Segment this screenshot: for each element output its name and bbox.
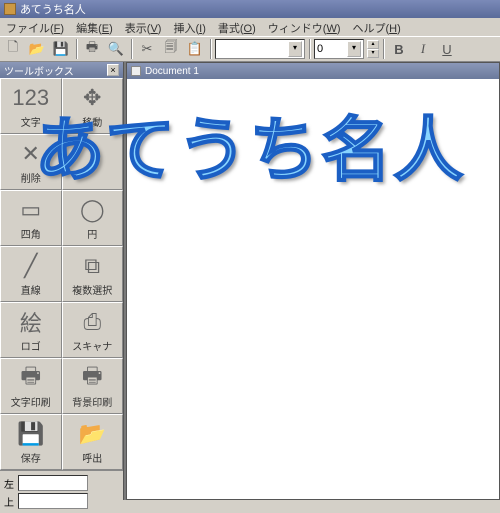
tool-label: 保存 — [21, 450, 41, 465]
open-icon[interactable]: 📂 — [26, 38, 48, 60]
underline-button[interactable]: U — [436, 38, 458, 60]
separator — [309, 39, 310, 59]
tool-label: ロゴ — [21, 338, 41, 353]
tool-複数選択[interactable]: ⧉ 複数選択 — [62, 246, 124, 302]
chevron-down-icon[interactable]: ▾ — [288, 41, 302, 57]
tool-icon: 📂 — [79, 420, 106, 448]
save-icon[interactable]: 💾 — [50, 38, 72, 60]
spin-up-icon[interactable]: ▴ — [367, 40, 379, 49]
tool-icon: ⧉ — [84, 252, 100, 280]
paste-icon[interactable]: 📋 — [184, 38, 206, 60]
document-window[interactable]: Document 1 — [126, 62, 500, 500]
toolbox-grid: 123文字✥移動✕削除▭四角◯円╱直線⧉複数選択絵ロゴ⎙スキャナ🖶文字印刷🖶背景… — [0, 78, 123, 470]
tool-label: 複数選択 — [72, 282, 112, 297]
tool-円[interactable]: ◯円 — [62, 190, 124, 246]
tool-label: 文字印刷 — [11, 394, 51, 409]
document-area: Document 1 — [124, 62, 500, 500]
tool-label: 呼出 — [82, 450, 102, 465]
tool-icon: ╱ — [24, 252, 37, 280]
copy-icon[interactable]: 🗐 — [160, 38, 182, 60]
tool-label: 円 — [87, 226, 97, 241]
size-spinner[interactable]: ▴▾ — [367, 40, 379, 58]
separator — [383, 39, 384, 59]
tool-文字印刷[interactable]: 🖶 文字印刷 — [0, 358, 62, 414]
separator — [210, 39, 211, 59]
toolbar: 🗋 📂 💾 🖶 🔍 ✂ 🗐 📋 ▾ 0▾ ▴▾ B I U — [0, 36, 500, 62]
top-label: 上 — [4, 494, 14, 509]
tool-label: 四角 — [21, 226, 41, 241]
tool-icon: ◯ — [80, 196, 105, 224]
tool-文字[interactable]: 123 文字 — [0, 78, 62, 134]
cut-icon[interactable]: ✂ — [136, 38, 158, 60]
left-label: 左 — [4, 476, 14, 491]
size-combo[interactable]: 0▾ — [314, 39, 364, 59]
spin-down-icon[interactable]: ▾ — [367, 49, 379, 58]
app-icon — [4, 3, 16, 15]
toolbox-title: ツールボックス — [4, 63, 74, 78]
app-title: あてうち名人 — [20, 1, 86, 17]
tool-スキャナ[interactable]: ⎙ スキャナ — [62, 302, 124, 358]
tool-icon: ✥ — [83, 84, 101, 112]
toolbox-title-bar[interactable]: ツールボックス × — [0, 62, 123, 78]
chevron-down-icon[interactable]: ▾ — [347, 41, 361, 57]
document-title-bar[interactable]: Document 1 — [127, 63, 499, 79]
tool-icon: 🖶 — [82, 364, 103, 392]
top-input[interactable] — [18, 493, 88, 509]
tool-label: 直線 — [21, 282, 41, 297]
menu-edit[interactable]: 編集(E) — [70, 18, 119, 36]
tool-icon: 💾 — [17, 420, 44, 448]
tool-icon: ✕ — [22, 140, 40, 168]
document-title: Document 1 — [145, 66, 199, 77]
tool-直線[interactable]: ╱ 直線 — [0, 246, 62, 302]
tool-label: 削除 — [21, 170, 41, 185]
new-icon[interactable]: 🗋 — [2, 38, 24, 60]
title-bar: あてうち名人 — [0, 0, 500, 18]
workspace: ツールボックス × 123文字✥移動✕削除▭四角◯円╱直線⧉複数選択絵ロゴ⎙スキ… — [0, 62, 500, 500]
tool-label: 背景印刷 — [72, 394, 112, 409]
menu-insert[interactable]: 挿入(I) — [167, 18, 211, 36]
left-input[interactable] — [18, 475, 88, 491]
menu-bar: ファイル(F) 編集(E) 表示(V) 挿入(I) 書式(O) ウィンドウ(W)… — [0, 18, 500, 36]
menu-view[interactable]: 表示(V) — [119, 18, 168, 36]
tool-label: 文字 — [21, 114, 41, 129]
separator — [76, 39, 77, 59]
toolbox-panel: ツールボックス × 123文字✥移動✕削除▭四角◯円╱直線⧉複数選択絵ロゴ⎙スキ… — [0, 62, 124, 500]
preview-icon[interactable]: 🔍 — [105, 38, 127, 60]
menu-help[interactable]: ヘルプ(H) — [347, 18, 407, 36]
tool-icon: 🖶 — [20, 364, 41, 392]
menu-file[interactable]: ファイル(F) — [0, 18, 70, 36]
tool-label: スキャナ — [72, 338, 112, 353]
tool-icon: ▭ — [20, 196, 41, 224]
document-icon — [131, 66, 141, 76]
menu-format[interactable]: 書式(O) — [212, 18, 262, 36]
bold-button[interactable]: B — [388, 38, 410, 60]
tool-icon: 123 — [12, 84, 49, 112]
coords-panel: 左 上 — [0, 470, 123, 513]
menu-window[interactable]: ウィンドウ(W) — [262, 18, 347, 36]
italic-button[interactable]: I — [412, 38, 434, 60]
close-icon[interactable]: × — [107, 64, 119, 76]
tool-呼出[interactable]: 📂 呼出 — [62, 414, 124, 470]
tool-背景印刷[interactable]: 🖶 背景印刷 — [62, 358, 124, 414]
tool-保存[interactable]: 💾 保存 — [0, 414, 62, 470]
print-icon[interactable]: 🖶 — [81, 38, 103, 60]
font-combo[interactable]: ▾ — [215, 39, 305, 59]
tool-削除[interactable]: ✕ 削除 — [0, 134, 62, 190]
tool-ロゴ[interactable]: 絵ロゴ — [0, 302, 62, 358]
separator — [131, 39, 132, 59]
tool-empty[interactable] — [62, 134, 124, 190]
tool-四角[interactable]: ▭ 四角 — [0, 190, 62, 246]
tool-label: 移動 — [82, 114, 102, 129]
tool-移動[interactable]: ✥ 移動 — [62, 78, 124, 134]
tool-icon: 絵 — [20, 308, 42, 336]
tool-icon: ⎙ — [83, 308, 101, 336]
